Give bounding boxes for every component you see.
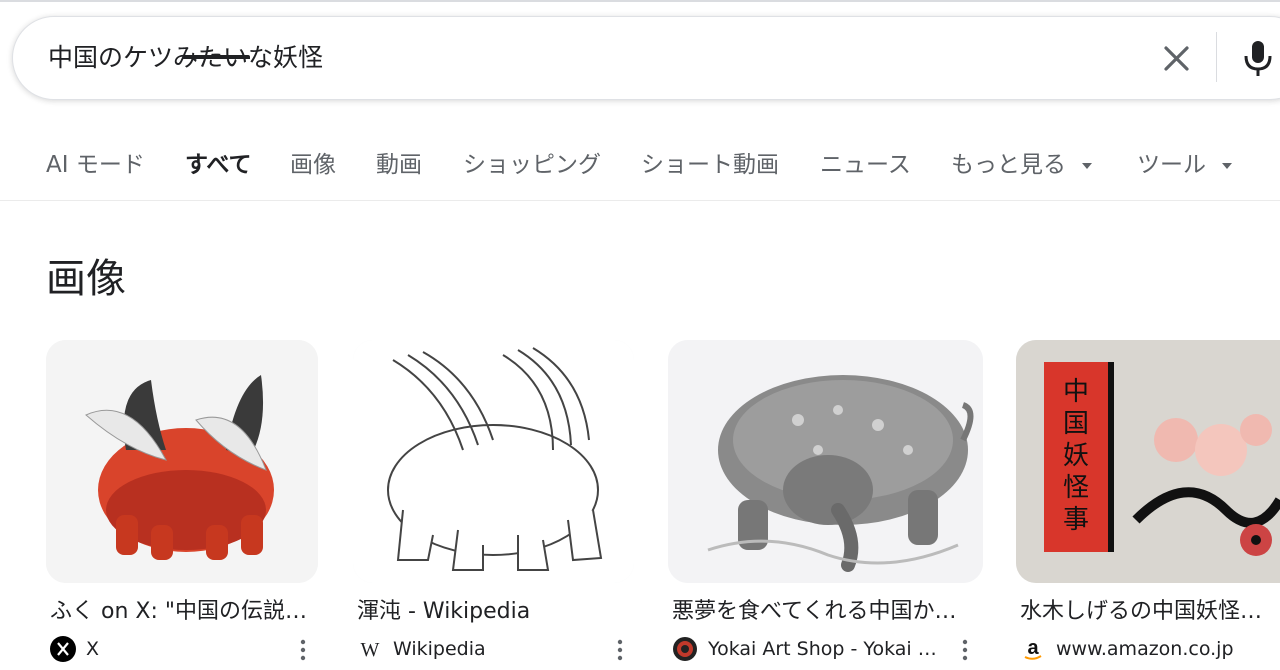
- wikipedia-w-icon: W: [361, 639, 380, 661]
- svg-text:a: a: [1027, 637, 1039, 659]
- close-icon: [1164, 46, 1189, 71]
- image-thumbnail[interactable]: 中 国 妖 怪 事: [1016, 340, 1280, 583]
- search-results-page: 中国のケツみたいな妖怪 AI モード すべて 画像 動画 ショッピング ショート…: [0, 0, 1280, 670]
- svg-text:国: 国: [1063, 409, 1089, 439]
- microphone-icon: [1244, 41, 1272, 76]
- tab-videos[interactable]: 動画: [376, 150, 422, 180]
- tab-shopping[interactable]: ショッピング: [463, 150, 601, 180]
- more-vert-icon: [617, 639, 623, 661]
- voice-search-button[interactable]: [1236, 36, 1280, 80]
- tab-more[interactable]: もっと見る: [951, 150, 1093, 180]
- more-options-button[interactable]: [296, 636, 310, 664]
- search-tabs: AI モード すべて 画像 動画 ショッピング ショート動画 ニュース もっと見…: [0, 140, 1280, 200]
- svg-text:怪: 怪: [1063, 473, 1089, 503]
- active-tab-indicator: [183, 55, 250, 59]
- images-section-heading: 画像: [46, 256, 126, 302]
- baku-tapir-creature-illustration: [668, 340, 983, 583]
- source-name: X: [86, 638, 100, 660]
- image-result-source[interactable]: X: [46, 636, 286, 664]
- image-result-title[interactable]: 水木しげるの中国妖怪事典: [1020, 597, 1280, 627]
- book-cover-illustration: 中 国 妖 怪 事: [1016, 340, 1280, 583]
- tab-tools[interactable]: ツール: [1137, 150, 1233, 180]
- image-result-source[interactable]: Yokai Art Shop - Yokai Art: [668, 636, 948, 664]
- image-result-title[interactable]: ふく on X: "中国の伝説の生き物の"渾沌": [50, 597, 318, 627]
- tab-tools-label: ツール: [1137, 152, 1206, 178]
- tab-images[interactable]: 画像: [290, 150, 336, 180]
- image-thumbnail[interactable]: [668, 340, 983, 583]
- source-name: www.amazon.co.jp: [1056, 638, 1234, 660]
- tab-ai-mode[interactable]: AI モード: [46, 150, 145, 180]
- image-thumbnail[interactable]: [46, 340, 318, 583]
- source-name: Wikipedia: [393, 638, 486, 660]
- caret-down-icon: [1222, 162, 1233, 169]
- svg-text:妖: 妖: [1063, 441, 1089, 471]
- top-divider: [0, 0, 1280, 2]
- line-drawing-winged-creature: [353, 340, 634, 583]
- tabs-divider: [0, 200, 1280, 201]
- image-thumbnail[interactable]: [353, 340, 634, 583]
- image-result-source[interactable]: W Wikipedia: [353, 636, 603, 664]
- clear-search-button[interactable]: [1156, 38, 1198, 80]
- tab-short-videos[interactable]: ショート動画: [641, 150, 779, 180]
- yokai-art-shop-icon: [673, 637, 697, 661]
- svg-text:中: 中: [1063, 377, 1089, 407]
- more-options-button[interactable]: [958, 636, 972, 664]
- amazon-a-icon: a: [1024, 637, 1042, 660]
- more-options-button[interactable]: [613, 636, 627, 664]
- x-logo-icon: [50, 636, 76, 662]
- tab-all[interactable]: すべて: [185, 150, 251, 180]
- red-winged-creature-illustration: [46, 340, 318, 583]
- caret-down-icon: [1082, 162, 1093, 169]
- search-bar-divider: [1216, 32, 1217, 82]
- image-result-title[interactable]: 悪夢を食べてくれる中国かしら: [672, 597, 972, 627]
- tab-news[interactable]: ニュース: [820, 150, 911, 180]
- more-vert-icon: [300, 639, 306, 661]
- tab-more-label: もっと見る: [951, 152, 1066, 178]
- image-result-title[interactable]: 渾沌 - Wikipedia: [357, 597, 634, 627]
- image-result-source[interactable]: a www.amazon.co.jp: [1016, 636, 1280, 664]
- source-name: Yokai Art Shop - Yokai Art: [708, 638, 938, 660]
- svg-text:W: W: [361, 639, 380, 661]
- more-vert-icon: [962, 639, 968, 661]
- svg-text:事: 事: [1063, 505, 1089, 535]
